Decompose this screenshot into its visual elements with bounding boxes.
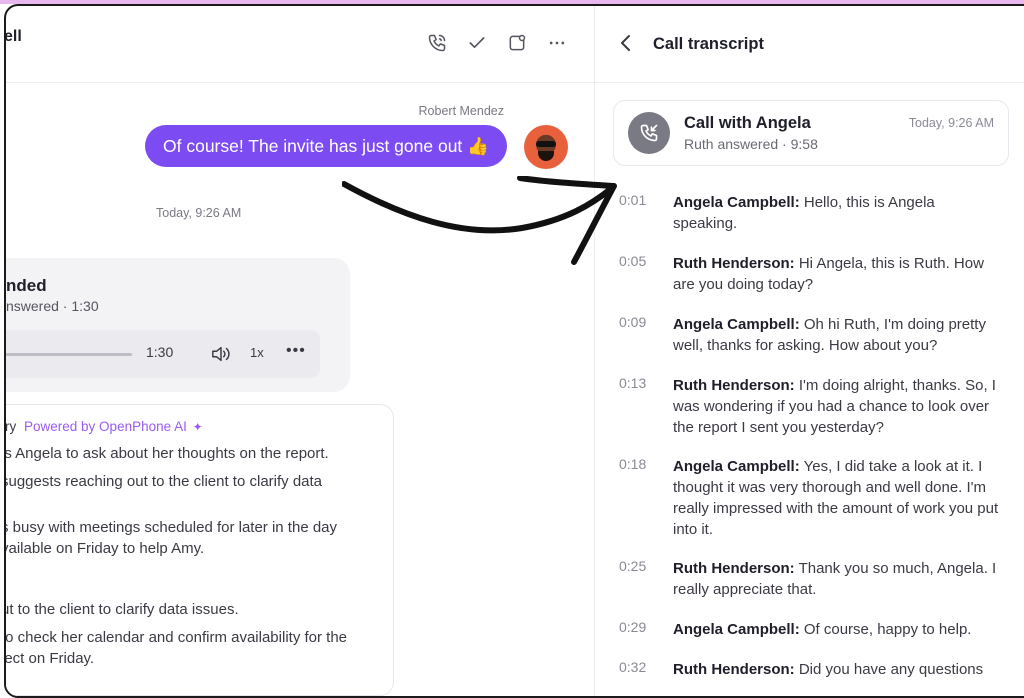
sparkle-icon: ✦ <box>192 420 203 434</box>
avatar[interactable] <box>524 125 568 169</box>
back-icon[interactable] <box>617 32 635 54</box>
call-card-title: nded <box>6 276 47 295</box>
summary-line: suggests reaching out to the client to c… <box>4 473 323 490</box>
summary-line: ject on Friday. <box>4 650 95 667</box>
entry-time: 0:32 <box>619 659 647 675</box>
entry-time: 0:13 <box>619 375 647 391</box>
entry-time: 0:09 <box>619 314 647 330</box>
message-timestamp: Today, 9:26 AM <box>156 206 242 220</box>
entry-speaker: Ruth Henderson: <box>673 661 795 678</box>
entry-speaker: Angela Campbell: <box>673 621 800 638</box>
summary-header: ry Powered by OpenPhone AI ✦ <box>5 419 203 434</box>
assign-icon[interactable] <box>506 32 528 54</box>
conversation-header: ell <box>6 6 594 83</box>
transcript-pane: Call transcript Call with Angela Ruth an… <box>595 6 1024 696</box>
avatar-glasses <box>536 141 556 147</box>
audio-duration: 1:30 <box>146 344 174 360</box>
call-phone-icon <box>628 112 670 154</box>
message-sender: Robert Mendez <box>418 104 504 118</box>
summary-title: ry <box>5 419 17 434</box>
volume-icon[interactable] <box>210 344 232 364</box>
more-icon[interactable] <box>546 32 568 54</box>
entry-speaker: Ruth Henderson: <box>673 560 795 577</box>
summary-line: s busy with meetings scheduled for later… <box>4 519 338 536</box>
entry-time: 0:25 <box>619 558 647 574</box>
app-window: ell Robert Mendez Of course! The invite … <box>4 4 1024 698</box>
powered-by-label[interactable]: Powered by OpenPhone AI <box>24 419 187 434</box>
check-icon[interactable] <box>466 32 488 54</box>
contact-name: ell <box>4 28 22 45</box>
entry-speaker: Angela Campbell: <box>673 458 800 475</box>
header-actions <box>426 32 568 54</box>
entry-body: Angela Campbell: Yes, I did take a look … <box>673 456 999 540</box>
entry-body: Angela Campbell: Oh hi Ruth, I'm doing p… <box>673 314 999 356</box>
call-subtitle: Ruth answered · 9:58 <box>684 136 818 152</box>
call-card-subtitle: nswered · 1:30 <box>6 298 99 314</box>
summary-line: ut to the client to clarify data issues. <box>4 601 239 618</box>
entry-body: Ruth Henderson: Thank you so much, Angel… <box>673 558 999 600</box>
audio-progress-bar[interactable] <box>6 353 132 356</box>
ai-summary-card: ry Powered by OpenPhone AI ✦ ls Angela t… <box>4 404 394 696</box>
entry-time: 0:29 <box>619 619 647 635</box>
entry-time: 0:18 <box>619 456 647 472</box>
panel-title: Call transcript <box>653 35 764 53</box>
entry-speaker: Ruth Henderson: <box>673 377 795 394</box>
phone-icon[interactable] <box>426 32 448 54</box>
entry-speaker: Angela Campbell: <box>673 316 800 333</box>
summary-line: to check her calendar and confirm availa… <box>4 629 348 646</box>
summary-line: vailable on Friday to help Amy. <box>4 540 205 557</box>
entry-text: Did you have any questions <box>798 661 984 678</box>
player-more-icon[interactable]: ••• <box>286 342 306 360</box>
call-summary-box: Call with Angela Ruth answered · 9:58 To… <box>613 100 1009 166</box>
entry-body: Angela Campbell: Hello, this is Angela s… <box>673 192 999 234</box>
entry-body: Ruth Henderson: I'm doing alright, thank… <box>673 375 999 438</box>
call-card[interactable]: nded nswered · 1:30 1:30 1x ••• <box>6 258 350 392</box>
entry-speaker: Ruth Henderson: <box>673 255 795 272</box>
call-title: Call with Angela <box>684 114 811 132</box>
audio-player: 1:30 1x ••• <box>6 330 320 378</box>
entry-body: Ruth Henderson: Did you have any questio… <box>673 659 999 680</box>
entry-text: Of course, happy to help. <box>803 621 972 638</box>
transcript-header: Call transcript <box>595 6 1024 83</box>
entry-body: Angela Campbell: Of course, happy to hel… <box>673 619 999 640</box>
message-bubble[interactable]: Of course! The invite has just gone out … <box>145 125 507 167</box>
entry-body: Ruth Henderson: Hi Angela, this is Ruth.… <box>673 253 999 295</box>
call-time: Today, 9:26 AM <box>908 116 994 130</box>
entry-speaker: Angela Campbell: <box>673 194 800 211</box>
conversation-pane: ell Robert Mendez Of course! The invite … <box>6 6 594 696</box>
playback-speed[interactable]: 1x <box>250 345 264 360</box>
annotation-arrow <box>342 176 617 265</box>
summary-line: ls Angela to ask about her thoughts on t… <box>4 445 329 462</box>
avatar-beard <box>538 151 554 161</box>
